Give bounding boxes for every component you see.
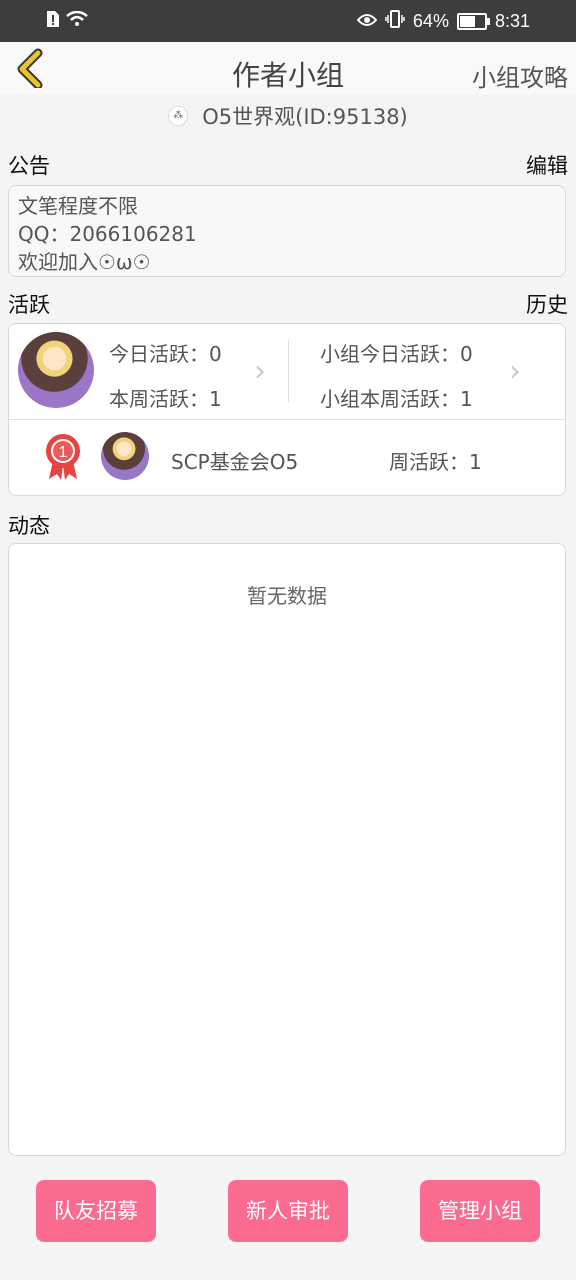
- group-activity-chevron-icon[interactable]: ›: [509, 354, 521, 389]
- activity-panel: 今日活跃：0 本周活跃：1 › 小组今日活跃：0 小组本周活跃：1 › 1 SC…: [8, 323, 566, 496]
- recruit-teammates-button[interactable]: 队友招募: [36, 1180, 156, 1242]
- history-link[interactable]: 历史: [526, 289, 568, 319]
- week-activity: 本周活跃：1: [109, 387, 222, 411]
- feed-title: 动态: [8, 514, 50, 538]
- feed-panel: 暂无数据: [8, 543, 566, 1156]
- avatar: [101, 432, 149, 480]
- vibrate-icon: [385, 10, 405, 33]
- battery-percent: 64%: [412, 11, 449, 31]
- manage-group-button[interactable]: 管理小组: [420, 1180, 540, 1242]
- ranking-row[interactable]: 1 SCP基金会O5 周活跃：1: [9, 420, 565, 496]
- clock: 8:31: [494, 11, 530, 31]
- notice-line: 欢迎加入☉ω☉: [18, 250, 151, 274]
- wifi-icon: [66, 10, 88, 32]
- group-info: ⁂ O5世界观(ID:95138): [0, 98, 576, 134]
- notice-panel: 文笔程度不限 QQ：2066106281 欢迎加入☉ω☉: [8, 185, 566, 277]
- sim-alert-icon: [46, 10, 60, 33]
- eye-icon: [356, 11, 378, 32]
- avatar: [18, 332, 94, 408]
- rank-medal-icon: 1: [43, 433, 83, 481]
- member-name: SCP基金会O5: [171, 450, 299, 474]
- battery-fill: [459, 16, 475, 27]
- group-week-activity: 小组本周活跃：1: [320, 387, 473, 411]
- edit-notice-button[interactable]: 编辑: [526, 150, 568, 180]
- notice-line: 文笔程度不限: [18, 194, 138, 218]
- today-activity: 今日活跃：0: [109, 342, 222, 366]
- approve-newcomers-button[interactable]: 新人审批: [228, 1180, 348, 1242]
- member-weekly-activity: 周活跃：1: [389, 450, 482, 474]
- activity-summary: 今日活跃：0 本周活跃：1 › 小组今日活跃：0 小组本周活跃：1 ›: [9, 324, 565, 420]
- divider: [288, 340, 289, 402]
- group-guide-link[interactable]: 小组攻略: [472, 58, 568, 93]
- group-avatar: ⁂: [168, 106, 189, 126]
- activity-title: 活跃: [8, 293, 50, 317]
- notice-title: 公告: [8, 154, 50, 178]
- group-today-activity: 小组今日活跃：0: [320, 342, 473, 366]
- rank-number: 1: [59, 444, 68, 461]
- empty-state-text: 暂无数据: [247, 584, 327, 608]
- notice-line: QQ：2066106281: [18, 222, 197, 246]
- status-bar: 64% 8:31: [0, 0, 576, 42]
- group-name: O5世界观(ID:95138): [202, 105, 408, 129]
- top-bar: 作者小组 小组攻略: [0, 42, 576, 94]
- personal-activity-chevron-icon[interactable]: ›: [254, 354, 266, 389]
- battery-icon: [456, 13, 490, 30]
